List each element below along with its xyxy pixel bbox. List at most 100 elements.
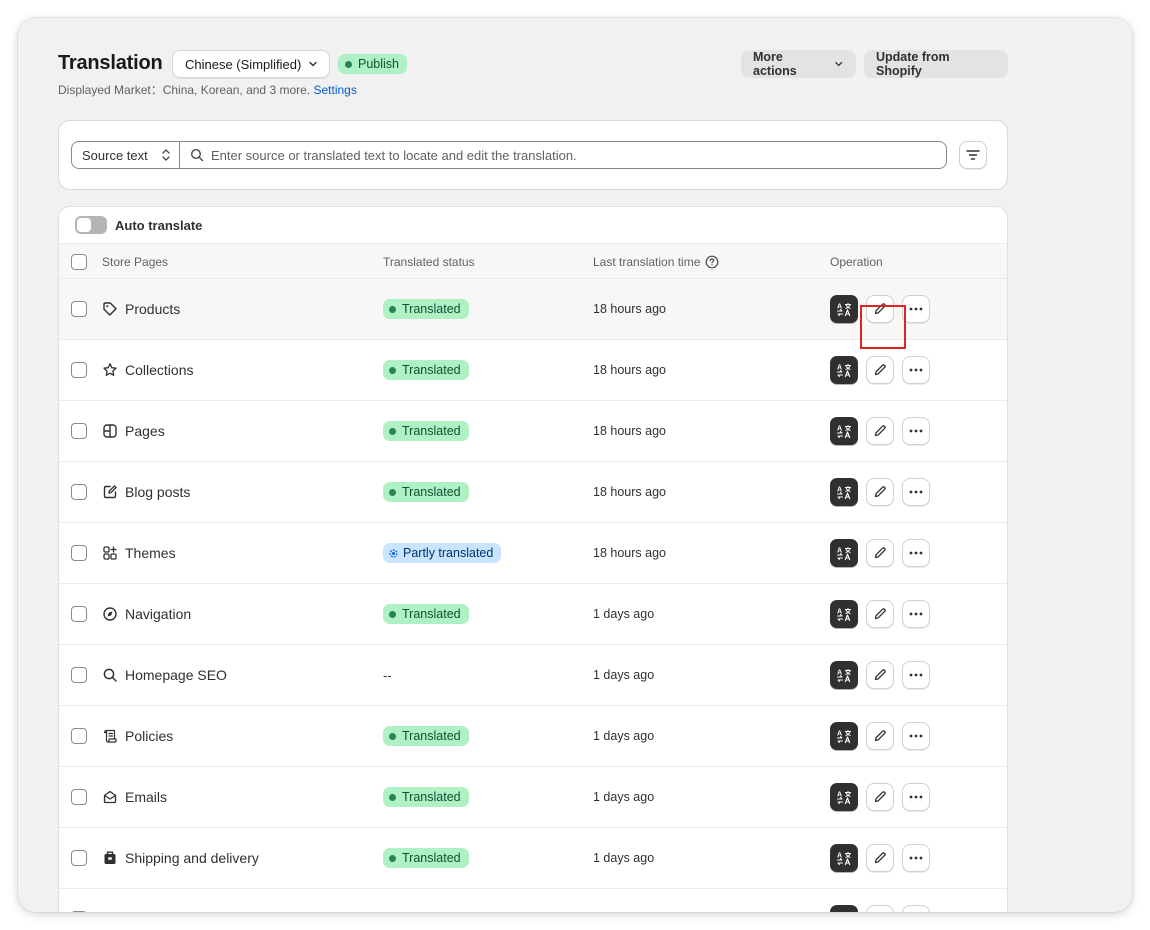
status-dot-icon <box>389 366 396 374</box>
translate-button[interactable]: A <box>830 844 858 872</box>
row-page-label: Homepage SEO <box>125 667 227 683</box>
status-label: Translated <box>402 424 461 438</box>
svg-text:A: A <box>837 853 842 860</box>
more-button[interactable] <box>902 661 930 689</box>
edit-button[interactable] <box>866 417 894 445</box>
translate-icon: A <box>837 303 851 317</box>
edit-button[interactable] <box>866 539 894 567</box>
row-time: 18 hours ago <box>593 546 666 560</box>
translate-button[interactable]: A <box>830 478 858 506</box>
language-select[interactable]: Chinese (Simplified) <box>172 50 330 78</box>
row-time: 1 days ago <box>593 729 655 743</box>
row-checkbox[interactable] <box>71 301 87 317</box>
status-dot-icon <box>389 610 396 618</box>
translate-icon: A <box>836 911 852 912</box>
language-select-label: Chinese (Simplified) <box>185 56 302 72</box>
row-checkbox[interactable] <box>71 362 87 378</box>
edit-button[interactable] <box>866 295 894 323</box>
translate-button[interactable]: A <box>830 905 858 912</box>
table-row[interactable]: Policies Translated 1 days ago A <box>59 706 1007 767</box>
more-actions-button[interactable]: More actions <box>741 50 856 78</box>
table-row[interactable]: Emails Translated 1 days ago A <box>59 767 1007 828</box>
row-checkbox[interactable] <box>71 850 87 866</box>
update-from-shopify-button[interactable]: Update from Shopify <box>864 50 1008 78</box>
table-row[interactable]: Blog posts Translated 18 hours ago A <box>59 462 1007 523</box>
edit-button[interactable] <box>866 905 894 912</box>
pencil-icon <box>874 547 886 559</box>
translate-button[interactable]: A <box>830 539 858 567</box>
search-input[interactable] <box>211 147 946 163</box>
more-button[interactable] <box>902 417 930 445</box>
row-checkbox[interactable] <box>71 728 87 744</box>
more-horizontal-icon <box>909 368 923 372</box>
svg-text:A: A <box>837 365 842 372</box>
edit-button[interactable] <box>866 661 894 689</box>
more-button[interactable] <box>902 722 930 750</box>
edit-button[interactable] <box>866 356 894 384</box>
row-checkbox[interactable] <box>71 789 87 805</box>
row-operations: A <box>830 523 930 583</box>
table-row[interactable]: Pages Translated 18 hours ago A <box>59 401 1007 462</box>
row-page-name: Pages <box>102 401 165 461</box>
translate-button[interactable]: A <box>830 295 858 323</box>
row-status-cell: Translated <box>383 462 469 522</box>
row-checkbox[interactable] <box>71 606 87 622</box>
more-button[interactable] <box>902 295 930 323</box>
more-button[interactable] <box>902 539 930 567</box>
more-button[interactable] <box>902 905 930 912</box>
more-button[interactable] <box>902 356 930 384</box>
row-checkbox[interactable] <box>71 484 87 500</box>
translate-button[interactable]: A <box>830 661 858 689</box>
row-page-name: Navigation <box>102 584 191 644</box>
page-header: Translation Chinese (Simplified) Publish… <box>58 50 1008 78</box>
row-status-cell: Translated <box>383 279 469 339</box>
row-checkbox[interactable] <box>71 423 87 439</box>
status-label: Translated <box>402 790 461 804</box>
more-button[interactable] <box>902 600 930 628</box>
translate-button[interactable]: A <box>830 783 858 811</box>
translate-button[interactable]: A <box>830 356 858 384</box>
select-all-checkbox[interactable] <box>71 254 87 270</box>
more-button[interactable] <box>902 478 930 506</box>
translate-button[interactable]: A <box>830 417 858 445</box>
help-icon[interactable] <box>705 255 719 269</box>
pencil-icon <box>874 669 886 681</box>
settings-link[interactable]: Settings <box>313 83 356 97</box>
table-row[interactable]: A <box>59 889 1007 912</box>
email-icon <box>103 790 117 804</box>
row-checkbox[interactable] <box>71 545 87 561</box>
search-field <box>180 142 946 168</box>
table-row[interactable]: Homepage SEO -- 1 days ago A <box>59 645 1007 706</box>
source-text-select[interactable]: Source text <box>72 142 180 168</box>
status-label: Partly translated <box>403 546 494 560</box>
policy-icon <box>103 729 117 743</box>
more-horizontal-icon <box>909 734 923 738</box>
table-row[interactable]: Themes Partly translated 18 hours ago A <box>59 523 1007 584</box>
table-row[interactable]: Collections Translated 18 hours ago A <box>59 340 1007 401</box>
row-checkbox-cell <box>71 706 87 766</box>
table-row[interactable]: Shipping and delivery Translated 1 days ag… <box>59 828 1007 889</box>
publish-label: Publish <box>358 57 399 71</box>
translate-button[interactable]: A <box>830 600 858 628</box>
status-label: -- <box>383 667 392 683</box>
table-row[interactable]: Products Translated 18 hours ago A <box>59 279 1007 340</box>
auto-translate-toggle[interactable] <box>75 216 107 234</box>
status-label: Translated <box>402 485 461 499</box>
column-header-time: Last translation time <box>593 244 719 280</box>
edit-button[interactable] <box>866 783 894 811</box>
translate-button[interactable]: A <box>830 722 858 750</box>
more-button[interactable] <box>902 844 930 872</box>
publish-dot-icon <box>345 60 352 68</box>
edit-button[interactable] <box>866 478 894 506</box>
edit-button[interactable] <box>866 844 894 872</box>
edit-button[interactable] <box>866 600 894 628</box>
row-checkbox[interactable] <box>71 667 87 683</box>
edit-button[interactable] <box>866 722 894 750</box>
table-row[interactable]: Navigation Translated 1 days ago A <box>59 584 1007 645</box>
filter-button[interactable] <box>959 141 987 169</box>
page-title: Translation <box>58 52 163 74</box>
status-dot-icon <box>389 305 396 313</box>
more-horizontal-icon <box>909 673 923 677</box>
more-button[interactable] <box>902 783 930 811</box>
row-checkbox[interactable] <box>71 911 87 912</box>
